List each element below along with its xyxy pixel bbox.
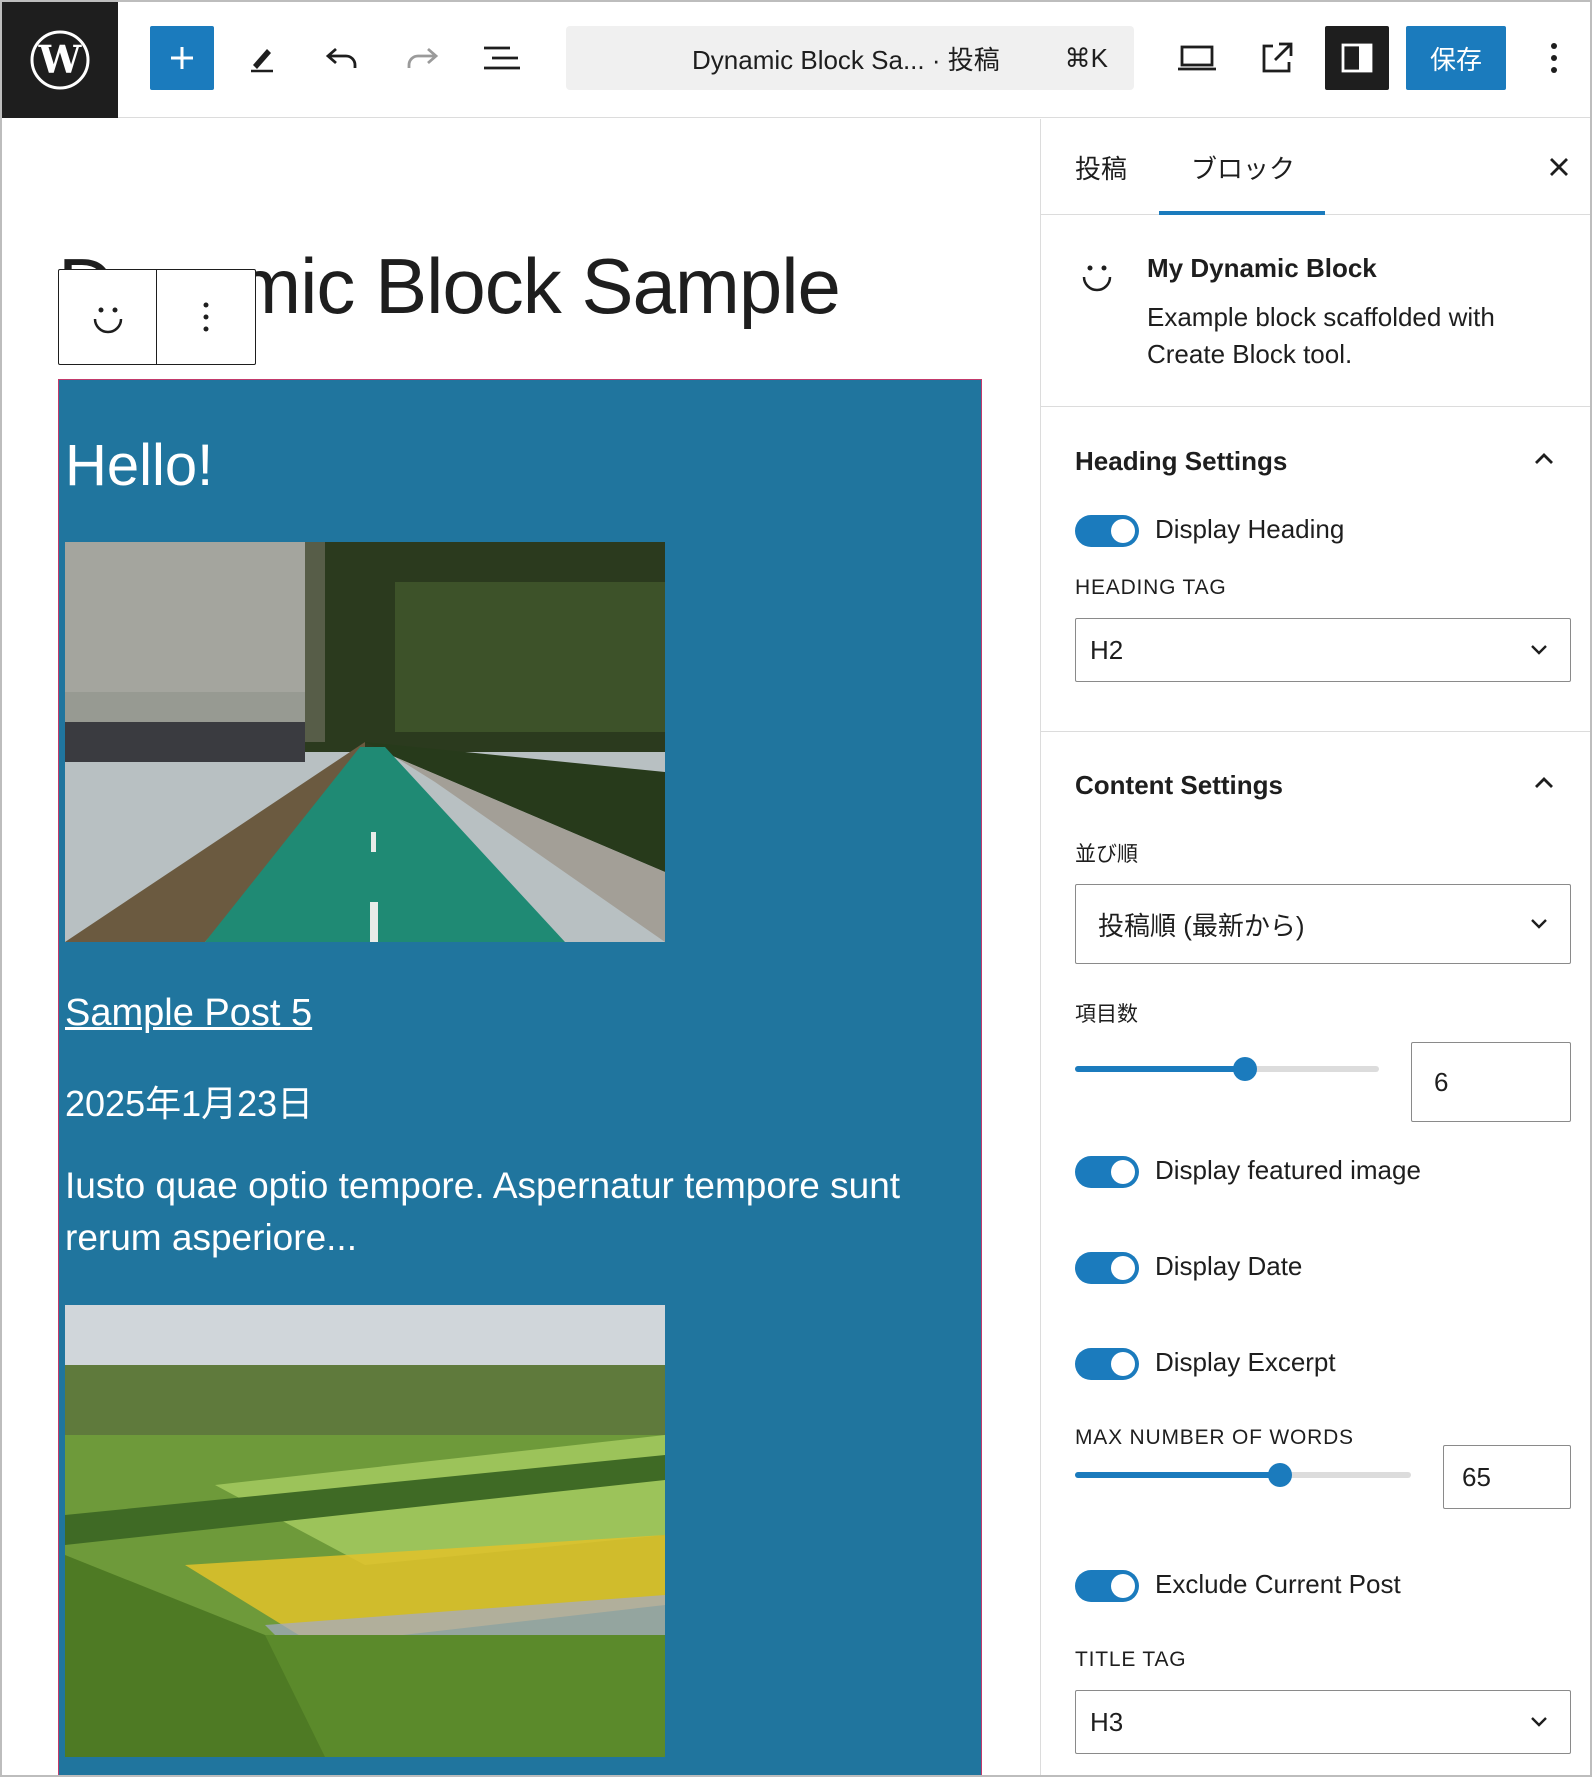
road-photo bbox=[65, 542, 665, 942]
editor-header: W Dynamic Block Sa... · 投稿 ⌘K 保存 bbox=[2, 2, 1590, 118]
add-block-button[interactable] bbox=[150, 26, 214, 90]
undo-icon bbox=[325, 47, 357, 68]
order-label: 並び順 bbox=[1075, 843, 1138, 866]
undo-button[interactable] bbox=[310, 26, 374, 90]
plus-icon bbox=[171, 47, 193, 69]
command-palette-button[interactable]: Dynamic Block Sa... · 投稿 ⌘K bbox=[566, 26, 1134, 90]
title-tag-select[interactable]: H3 bbox=[1075, 1690, 1571, 1754]
settings-sidebar: 投稿 ブロック My Dynamic Block Example block s… bbox=[1040, 119, 1590, 1775]
sidebar-tabs: 投稿 ブロック bbox=[1041, 119, 1590, 215]
block-toolbar bbox=[58, 269, 256, 365]
post-excerpt: Iusto quae optio tempore. Aspernatur tem… bbox=[65, 1165, 901, 1258]
display-excerpt-toggle[interactable] bbox=[1075, 1348, 1139, 1380]
redo-button[interactable] bbox=[390, 26, 454, 90]
shortcut-hint: ⌘K bbox=[1064, 42, 1108, 73]
count-value: 6 bbox=[1434, 1066, 1449, 1097]
redo-icon bbox=[407, 47, 439, 68]
block-name: My Dynamic Block bbox=[1147, 253, 1377, 283]
view-post-button[interactable] bbox=[1245, 26, 1309, 90]
order-value: 投稿順 (最新から) bbox=[1098, 910, 1305, 941]
external-link-icon bbox=[1262, 42, 1293, 73]
list-view-icon bbox=[484, 46, 520, 70]
block-options-button[interactable] bbox=[157, 270, 255, 364]
heading-tag-select[interactable]: H2 bbox=[1075, 618, 1571, 682]
options-button[interactable] bbox=[1522, 26, 1586, 90]
post-title-link[interactable]: Sample Post 5 bbox=[65, 992, 312, 1035]
heading-tag-value: H2 bbox=[1090, 634, 1124, 665]
list-view-button[interactable] bbox=[470, 26, 534, 90]
svg-text:W: W bbox=[38, 37, 83, 82]
exclude-current-post-label: Exclude Current Post bbox=[1155, 1569, 1401, 1599]
sidebar-icon bbox=[1341, 43, 1373, 73]
exclude-current-post-toggle[interactable] bbox=[1075, 1570, 1139, 1602]
pencil-icon bbox=[251, 49, 273, 73]
display-date-label: Display Date bbox=[1155, 1251, 1303, 1281]
display-excerpt-label: Display Excerpt bbox=[1155, 1347, 1336, 1377]
featured-image bbox=[65, 542, 665, 942]
display-heading-toggle[interactable] bbox=[1075, 515, 1139, 547]
chevron-down-icon bbox=[1531, 645, 1547, 655]
document-title: Dynamic Block Sa... · 投稿 bbox=[692, 44, 1000, 75]
save-button[interactable]: 保存 bbox=[1406, 26, 1506, 90]
display-featured-image-toggle[interactable] bbox=[1075, 1156, 1139, 1188]
post-date: 2025年1月23日 bbox=[65, 1083, 314, 1124]
count-slider-fill bbox=[1075, 1066, 1246, 1072]
chevron-up-icon[interactable] bbox=[1531, 770, 1557, 796]
close-icon bbox=[1550, 158, 1568, 176]
title-tag-value: H3 bbox=[1090, 1706, 1124, 1737]
chevron-up-icon[interactable] bbox=[1531, 446, 1557, 472]
garden-photo bbox=[65, 1305, 665, 1757]
chevron-down-icon bbox=[1531, 1717, 1547, 1727]
tools-button[interactable] bbox=[230, 26, 294, 90]
settings-sidebar-toggle[interactable] bbox=[1325, 26, 1389, 90]
count-slider-handle[interactable] bbox=[1233, 1057, 1258, 1081]
block-description: Example block scaffolded with Create Blo… bbox=[1147, 302, 1495, 369]
chevron-down-icon bbox=[1531, 919, 1547, 929]
display-date-toggle[interactable] bbox=[1075, 1252, 1139, 1284]
smiley-icon bbox=[1077, 255, 1117, 300]
close-sidebar-button[interactable] bbox=[1541, 149, 1577, 185]
editor-window: W Dynamic Block Sa... · 投稿 ⌘K 保存 Dynamic… bbox=[0, 0, 1592, 1777]
tab-block[interactable]: ブロック bbox=[1191, 149, 1295, 186]
wordpress-icon: W bbox=[30, 30, 90, 90]
more-vertical-icon bbox=[1551, 43, 1557, 73]
max-words-label: MAX NUMBER OF WORDS bbox=[1075, 1426, 1354, 1449]
title-tag-label: TITLE TAG bbox=[1075, 1648, 1187, 1671]
count-input[interactable]: 6 bbox=[1411, 1042, 1571, 1122]
wordpress-logo[interactable]: W bbox=[2, 2, 118, 118]
smiley-icon bbox=[93, 307, 122, 334]
desktop-view-icon bbox=[1178, 45, 1216, 71]
block-type-button[interactable] bbox=[59, 270, 157, 364]
order-select[interactable]: 投稿順 (最新から) bbox=[1075, 884, 1571, 964]
more-vertical-icon bbox=[203, 302, 209, 332]
featured-image bbox=[65, 1305, 665, 1757]
display-heading-label: Display Heading bbox=[1155, 514, 1345, 544]
display-featured-image-label: Display featured image bbox=[1155, 1155, 1421, 1185]
count-slider[interactable] bbox=[1075, 1057, 1379, 1081]
panel-toggle-heading-settings[interactable]: Heading Settings bbox=[1075, 446, 1287, 477]
tab-post[interactable]: 投稿 bbox=[1075, 149, 1127, 186]
count-label: 項目数 bbox=[1075, 1003, 1138, 1026]
heading-tag-label: HEADING TAG bbox=[1075, 576, 1227, 599]
max-words-value: 65 bbox=[1462, 1461, 1491, 1492]
block-heading: Hello! bbox=[65, 433, 214, 498]
dynamic-block[interactable]: Hello! Sample Post 5 2025年1月23日 Iusto qu… bbox=[58, 379, 982, 1775]
editor-canvas: Dynamic Block Sample Hello! Sample Post … bbox=[2, 119, 1039, 1775]
device-preview-button[interactable] bbox=[1165, 26, 1229, 90]
max-words-slider-handle[interactable] bbox=[1267, 1463, 1292, 1487]
content-settings-panel: Content Settings 並び順 投稿順 (最新から) 項目数 6 Di… bbox=[1041, 732, 1590, 1775]
max-words-slider-fill bbox=[1075, 1472, 1280, 1478]
block-card: My Dynamic Block Example block scaffolde… bbox=[1041, 215, 1590, 407]
panel-toggle-content-settings[interactable]: Content Settings bbox=[1075, 770, 1283, 801]
max-words-input[interactable]: 65 bbox=[1443, 1445, 1571, 1509]
max-words-slider[interactable] bbox=[1075, 1463, 1411, 1487]
